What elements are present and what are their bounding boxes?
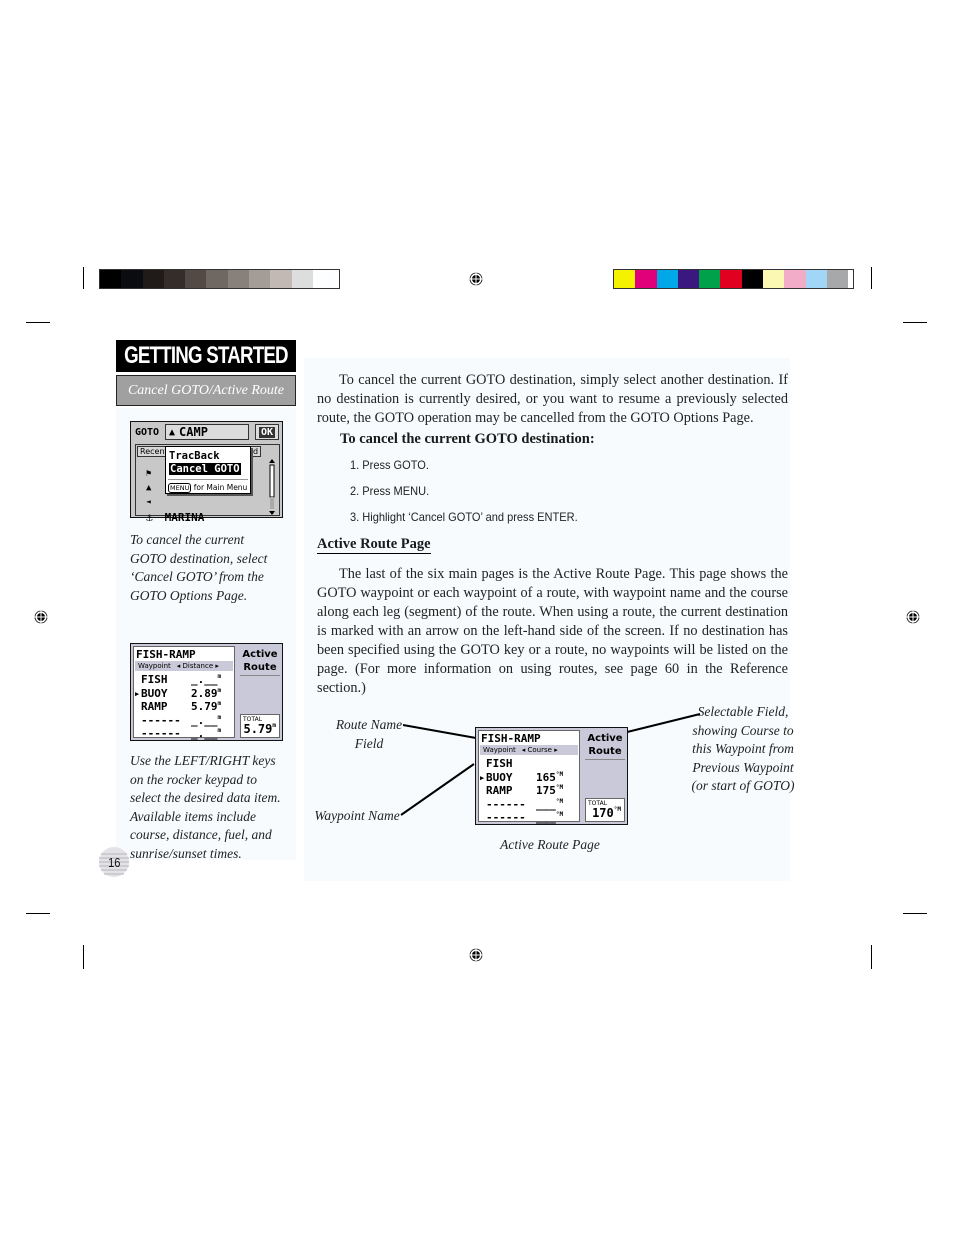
column-header: Waypoint ◂ Course ▸ — [480, 745, 578, 755]
waypoint-rows: FISH ▶ BUOY 165°M RAMP 175°M ------ ___°M ------… — [480, 757, 578, 824]
route-list-panel: FISH-RAMP Waypoint ◂ Course ▸ FISH ▶ BUOY 1… — [478, 730, 580, 824]
leader-line-waypoint-name — [400, 763, 475, 816]
waypoint-value: 175°M — [536, 784, 564, 797]
selectable-field[interactable]: ◂ Course ▸ — [522, 746, 558, 754]
active-waypoint-arrow-icon: ▶ — [480, 773, 485, 782]
waypoint-name: RAMP — [486, 784, 513, 797]
waypoint-row[interactable]: RAMP 175°M — [480, 784, 578, 797]
waypoint-name: ------ — [486, 811, 526, 824]
waypoint-value: 165°M — [536, 770, 564, 784]
total-field: TOTAL 170°M — [585, 798, 625, 822]
waypoint-value: ___°M — [536, 811, 564, 824]
route-name-field[interactable]: FISH-RAMP — [481, 732, 541, 745]
waypoint-name: FISH — [486, 757, 513, 770]
leader-line-route-name — [402, 724, 477, 739]
waypoint-row[interactable]: ▶ BUOY 165°M — [480, 771, 578, 784]
waypoint-row[interactable]: ------ ___°M — [480, 798, 578, 811]
page-title: Active Route — [585, 730, 625, 760]
waypoint-name: BUOY — [486, 770, 513, 784]
page-title-panel: Active Route TOTAL 170°M — [585, 730, 625, 822]
waypoint-value: ___°M — [536, 797, 564, 811]
active-route-screen-course: FISH-RAMP Waypoint ◂ Course ▸ FISH ▶ BUOY 1… — [475, 727, 628, 825]
waypoint-name: ------ — [486, 797, 526, 811]
waypoint-row[interactable]: ------ ___°M — [480, 811, 578, 824]
figure-caption: Active Route Page — [500, 837, 600, 852]
callout-leader-lines — [400, 713, 701, 816]
waypoint-row[interactable]: FISH — [480, 757, 578, 770]
